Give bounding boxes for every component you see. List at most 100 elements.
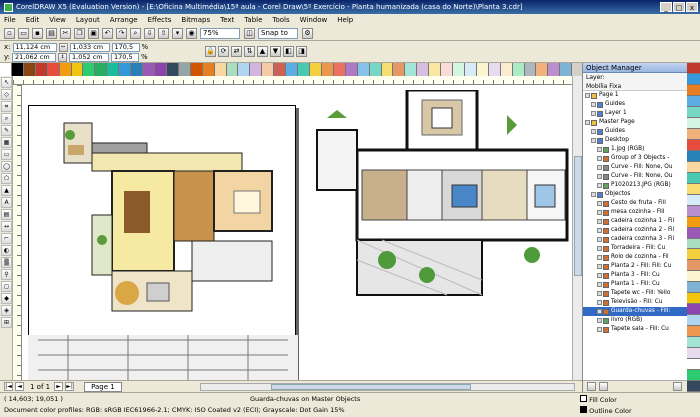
drawing-canvas[interactable] <box>22 85 572 380</box>
palette-swatch[interactable] <box>512 63 525 76</box>
rectangle-tool-icon[interactable]: ▭ <box>1 149 12 160</box>
palette-swatch[interactable] <box>687 249 700 261</box>
expand-toggle-icon[interactable] <box>597 291 602 296</box>
palette-swatch[interactable] <box>238 63 251 76</box>
expand-toggle-icon[interactable] <box>591 111 596 116</box>
palette-swatch[interactable] <box>476 63 489 76</box>
palette-swatch[interactable] <box>453 63 465 76</box>
delete-layer-icon[interactable] <box>673 382 682 391</box>
color-palette-horizontal[interactable] <box>0 63 573 76</box>
palette-swatch[interactable] <box>190 63 203 76</box>
zoom-tool-icon[interactable]: ⌕ <box>1 113 12 124</box>
palette-swatch[interactable] <box>687 348 700 360</box>
expand-toggle-icon[interactable] <box>597 156 602 161</box>
vertical-ruler[interactable] <box>13 85 22 380</box>
palette-swatch[interactable] <box>687 315 700 327</box>
expand-toggle-icon[interactable] <box>597 255 602 260</box>
vertical-scrollbar-thumb[interactable] <box>574 156 582 276</box>
palette-swatch[interactable] <box>143 63 155 76</box>
object-tree-row[interactable]: mesa cozinha - Fill <box>583 208 687 217</box>
palette-swatch[interactable] <box>262 63 275 76</box>
x-position-input[interactable]: 11,124 cm <box>12 42 57 52</box>
import-icon[interactable]: ⇩ <box>144 27 155 39</box>
expand-toggle-icon[interactable] <box>597 165 602 170</box>
copy-icon[interactable]: ❐ <box>74 27 85 39</box>
mesh-fill-icon[interactable]: ⊞ <box>1 317 12 328</box>
palette-swatch[interactable] <box>687 150 700 162</box>
palette-swatch[interactable] <box>687 282 700 294</box>
expand-toggle-icon[interactable] <box>591 192 596 197</box>
welcome-screen-icon[interactable]: ◉ <box>186 27 197 39</box>
object-tree-row[interactable]: Desktop <box>583 136 687 145</box>
freehand-tool-icon[interactable]: ✎ <box>1 125 12 136</box>
document-color-profiles[interactable]: Document color profiles: RGB: sRGB IEC61… <box>4 406 345 414</box>
object-manager-title[interactable]: Object Manager <box>583 63 687 73</box>
group-icon[interactable]: ◧ <box>283 45 294 57</box>
palette-swatch[interactable] <box>178 63 191 76</box>
zoom-level-select[interactable]: 75% <box>200 27 240 39</box>
floor-plan-sketch[interactable] <box>28 335 298 380</box>
blend-tool-icon[interactable]: ◐ <box>1 245 12 256</box>
palette-swatch[interactable] <box>345 63 358 76</box>
palette-swatch[interactable] <box>687 63 700 74</box>
palette-swatch[interactable] <box>687 370 700 382</box>
object-tree-row[interactable]: Guarda-chuvas - Fill: <box>583 307 687 316</box>
palette-swatch[interactable] <box>23 63 36 76</box>
object-tree[interactable]: Page 1 Guides Layer 1 Master Page Guides Desk… <box>583 91 687 334</box>
palette-swatch[interactable] <box>47 63 60 76</box>
object-tree-row[interactable]: Planta 3 - Fill: Cu <box>583 271 687 280</box>
object-tree-row[interactable]: Tapete wc - Fill: Yello <box>583 289 687 298</box>
object-tree-row[interactable]: Page 1 <box>583 91 687 100</box>
menu-layout[interactable]: Layout <box>76 16 100 24</box>
fill-tool-icon[interactable]: ◆ <box>1 293 12 304</box>
object-tree-row[interactable]: Layer 1 <box>583 109 687 118</box>
fill-color-indicator[interactable]: Fill Color <box>580 395 617 404</box>
palette-swatch[interactable] <box>298 63 310 76</box>
expand-toggle-icon[interactable] <box>597 282 602 287</box>
palette-swatch[interactable] <box>687 194 700 206</box>
palette-swatch[interactable] <box>274 63 287 76</box>
palette-swatch[interactable] <box>393 63 406 76</box>
previous-page-button[interactable]: ◄ <box>15 382 24 391</box>
shape-tool-icon[interactable]: ◇ <box>1 89 12 100</box>
rotate-icon[interactable]: ⟳ <box>218 45 229 57</box>
menu-arrange[interactable]: Arrange <box>110 16 138 24</box>
palette-swatch[interactable] <box>71 63 84 76</box>
expand-toggle-icon[interactable] <box>597 300 602 305</box>
palette-swatch[interactable] <box>687 271 700 283</box>
palette-swatch[interactable] <box>687 161 700 173</box>
menu-effects[interactable]: Effects <box>148 16 172 24</box>
palette-swatch[interactable] <box>107 63 120 76</box>
palette-swatch[interactable] <box>560 63 573 76</box>
expand-toggle-icon[interactable] <box>597 318 602 323</box>
object-tree-row[interactable]: cadeira cozinha 1 - Fil <box>583 217 687 226</box>
palette-swatch[interactable] <box>687 128 700 140</box>
expand-toggle-icon[interactable] <box>591 129 596 134</box>
palette-swatch[interactable] <box>488 63 501 76</box>
palette-swatch[interactable] <box>687 216 700 228</box>
menu-table[interactable]: Table <box>244 16 262 24</box>
menu-view[interactable]: View <box>49 16 66 24</box>
palette-swatch[interactable] <box>687 183 700 195</box>
minimize-button[interactable]: _ <box>660 2 672 12</box>
redo-icon[interactable]: ↷ <box>116 27 127 39</box>
object-tree-row[interactable]: Curve - Fill: None, Ou <box>583 163 687 172</box>
color-palette-vertical[interactable] <box>687 63 700 393</box>
palette-swatch[interactable] <box>309 63 322 76</box>
palette-swatch[interactable] <box>131 63 144 76</box>
paste-icon[interactable]: ▣ <box>88 27 99 39</box>
horizontal-scrollbar[interactable] <box>200 383 575 391</box>
object-tree-row[interactable]: Guides <box>583 100 687 109</box>
vertical-scrollbar[interactable] <box>572 76 582 380</box>
palette-swatch[interactable] <box>687 381 700 393</box>
expand-toggle-icon[interactable] <box>597 246 602 251</box>
palette-swatch[interactable] <box>687 337 700 349</box>
expand-toggle-icon[interactable] <box>585 93 590 98</box>
palette-swatch[interactable] <box>35 63 48 76</box>
object-tree-row[interactable]: Objectos <box>583 190 687 199</box>
palette-swatch[interactable] <box>687 304 700 316</box>
table-tool-icon[interactable]: ▤ <box>1 209 12 220</box>
palette-swatch[interactable] <box>687 139 700 151</box>
palette-swatch[interactable] <box>687 205 700 217</box>
search-content-icon[interactable]: ⌕ <box>130 27 141 39</box>
